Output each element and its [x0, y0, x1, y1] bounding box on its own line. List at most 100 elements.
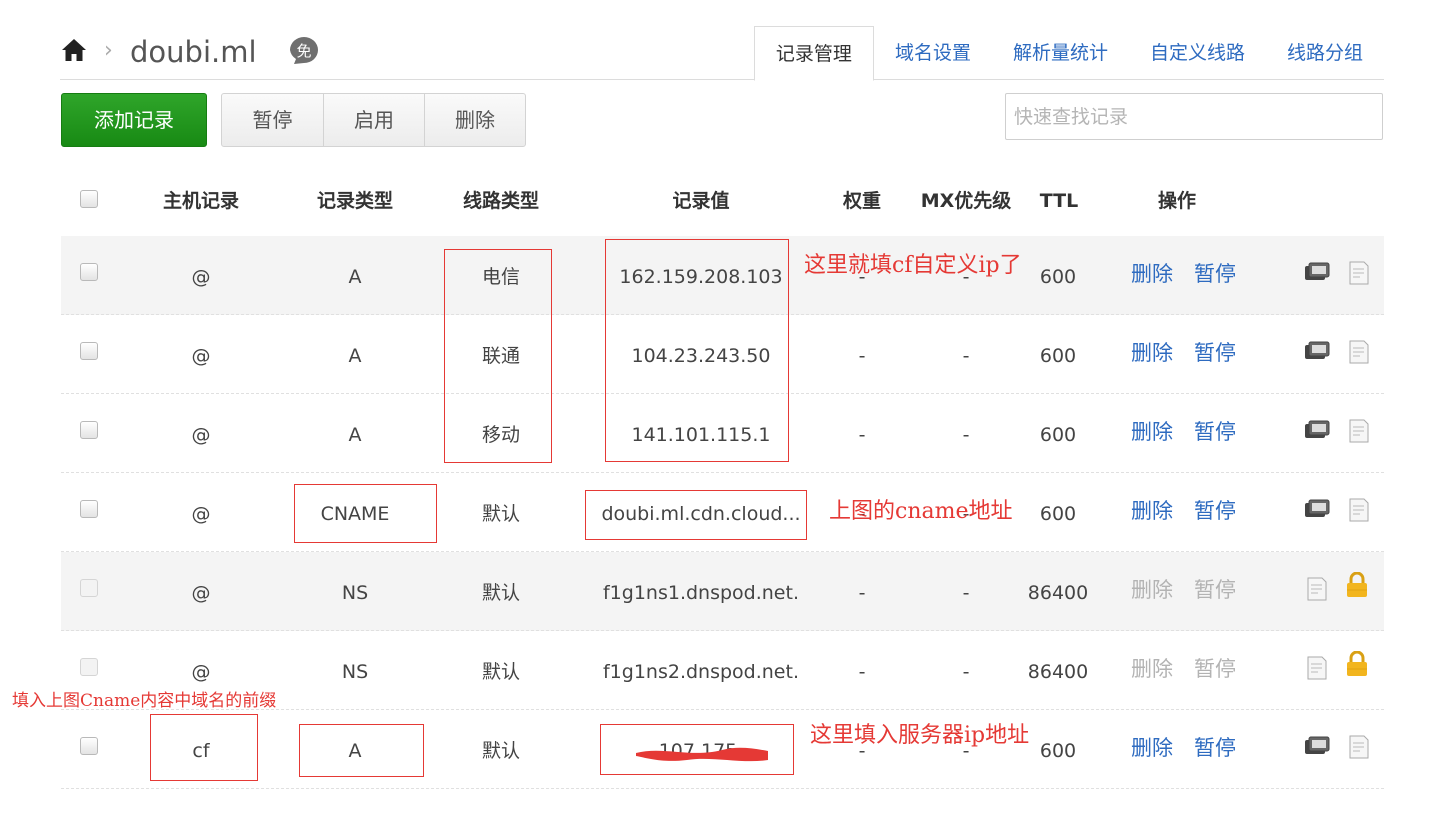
annotation-box-cname-value: [585, 490, 807, 540]
record-ttl: 600: [1039, 424, 1077, 446]
row-delete-link[interactable]: 删除: [1131, 473, 1173, 552]
record-type: NS: [341, 582, 369, 604]
col-mx-priority: MX优先级: [920, 190, 1012, 212]
delete-button[interactable]: 删除: [424, 94, 525, 146]
row-checkbox[interactable]: [80, 500, 98, 518]
bulk-action-group: 暂停 启用 删除: [221, 93, 526, 147]
tab-domain-settings[interactable]: 域名设置: [874, 26, 992, 81]
record-type: A: [348, 424, 362, 446]
record-ttl: 86400: [1027, 661, 1089, 683]
tab-query-stats[interactable]: 解析量统计: [992, 26, 1129, 81]
row-pause-link[interactable]: 暂停: [1194, 710, 1236, 789]
tab-bar: 记录管理 域名设置 解析量统计 自定义线路 线路分组: [753, 26, 1384, 81]
annotation-box-cname-type: [294, 484, 437, 543]
record-host: @: [191, 424, 211, 446]
row-checkbox: [80, 579, 98, 597]
row-pause-link[interactable]: 暂停: [1194, 315, 1236, 394]
record-mx: -: [962, 661, 970, 683]
record-ttl: 600: [1039, 266, 1077, 288]
record-host: @: [191, 582, 211, 604]
row-checkbox[interactable]: [80, 263, 98, 281]
record-line: 默认: [481, 582, 520, 604]
copy-icon[interactable]: [1303, 339, 1331, 365]
annotation-note-prefix: 填入上图Cname内容中域名的前缀: [12, 691, 277, 711]
select-all-checkbox[interactable]: [80, 190, 98, 208]
table-header: 主机记录 记录类型 线路类型 记录值 权重 MX优先级 TTL 操作: [61, 166, 1384, 236]
record-line: 默认: [481, 503, 520, 525]
record-value: f1g1ns2.dnspod.net.: [602, 661, 799, 683]
record-ttl: 600: [1039, 345, 1077, 367]
record-weight: -: [858, 424, 866, 446]
row-delete-link[interactable]: 删除: [1131, 394, 1173, 473]
row-checkbox[interactable]: [80, 737, 98, 755]
record-type: NS: [341, 661, 369, 683]
record-host: @: [191, 266, 211, 288]
record-host: @: [191, 345, 211, 367]
row-delete-link[interactable]: 删除: [1131, 236, 1173, 315]
annotation-box-a-type: [299, 724, 424, 777]
record-weight: -: [858, 661, 866, 683]
record-ttl: 600: [1039, 740, 1077, 762]
free-badge-icon: 免: [290, 37, 318, 64]
row-delete-link[interactable]: 删除: [1131, 315, 1173, 394]
copy-icon[interactable]: [1303, 260, 1331, 286]
record-search-input[interactable]: [1005, 93, 1383, 140]
row-delete-link: 删除: [1131, 578, 1173, 602]
note-icon[interactable]: [1303, 576, 1331, 602]
note-icon[interactable]: [1345, 418, 1373, 444]
tab-record-management[interactable]: 记录管理: [753, 26, 874, 81]
row-delete-link: 删除: [1131, 657, 1173, 681]
note-icon[interactable]: [1303, 655, 1331, 681]
annotation-note-server-ip: 这里填入服务器ip地址: [810, 723, 1030, 748]
copy-icon[interactable]: [1303, 418, 1331, 444]
record-value: f1g1ns1.dnspod.net.: [602, 582, 799, 604]
record-line: 默认: [481, 661, 520, 683]
row-checkbox: [80, 658, 98, 676]
row-delete-link[interactable]: 删除: [1131, 710, 1173, 789]
col-value: 记录值: [672, 190, 730, 212]
record-type: A: [348, 266, 362, 288]
annotation-note-cname: 上图的cname地址: [829, 499, 1013, 524]
copy-icon[interactable]: [1303, 497, 1331, 523]
row-checkbox[interactable]: [80, 342, 98, 360]
record-weight: -: [858, 345, 866, 367]
row-pause-link[interactable]: 暂停: [1194, 473, 1236, 552]
record-weight: -: [858, 582, 866, 604]
lock-icon: [1347, 572, 1367, 597]
col-line: 线路类型: [462, 190, 539, 212]
record-host: @: [191, 503, 211, 525]
lock-icon: [1347, 651, 1367, 676]
record-mx: -: [962, 345, 970, 367]
free-badge-text: 免: [296, 42, 311, 60]
col-ttl: TTL: [1039, 190, 1079, 212]
breadcrumb-separator: ›: [104, 38, 113, 63]
record-type: A: [348, 345, 362, 367]
annotation-box-cf-host: [150, 714, 258, 781]
note-icon[interactable]: [1345, 339, 1373, 365]
row-pause-link[interactable]: 暂停: [1194, 394, 1236, 473]
note-icon[interactable]: [1345, 497, 1373, 523]
enable-button[interactable]: 启用: [323, 94, 424, 146]
row-checkbox[interactable]: [80, 421, 98, 439]
record-mx: -: [962, 424, 970, 446]
domain-title: doubi.ml: [130, 35, 257, 69]
tab-line-groups[interactable]: 线路分组: [1266, 26, 1384, 81]
pause-button[interactable]: 暂停: [222, 94, 323, 146]
annotation-box-line-types: [444, 249, 552, 463]
add-record-button[interactable]: 添加记录: [61, 93, 207, 147]
col-host: 主机记录: [162, 190, 239, 212]
annotation-note-cf-ip: 这里就填cf自定义ip了: [804, 253, 1022, 278]
home-icon[interactable]: [60, 36, 88, 64]
annotation-box-cf-ips: [605, 239, 789, 462]
row-pause-link: 暂停: [1194, 657, 1236, 681]
row-pause-link: 暂停: [1194, 578, 1236, 602]
record-line: 默认: [481, 740, 520, 762]
tab-custom-lines[interactable]: 自定义线路: [1129, 26, 1266, 81]
note-icon[interactable]: [1345, 734, 1373, 760]
copy-icon[interactable]: [1303, 734, 1331, 760]
note-icon[interactable]: [1345, 260, 1373, 286]
row-pause-link[interactable]: 暂停: [1194, 236, 1236, 315]
domain-header: › doubi.ml 免 记录管理 域名设置 解析量统计 自定义线路 线路分组: [60, 26, 1384, 81]
col-operations: 操作: [1157, 190, 1196, 212]
col-weight: 权重: [842, 190, 881, 212]
